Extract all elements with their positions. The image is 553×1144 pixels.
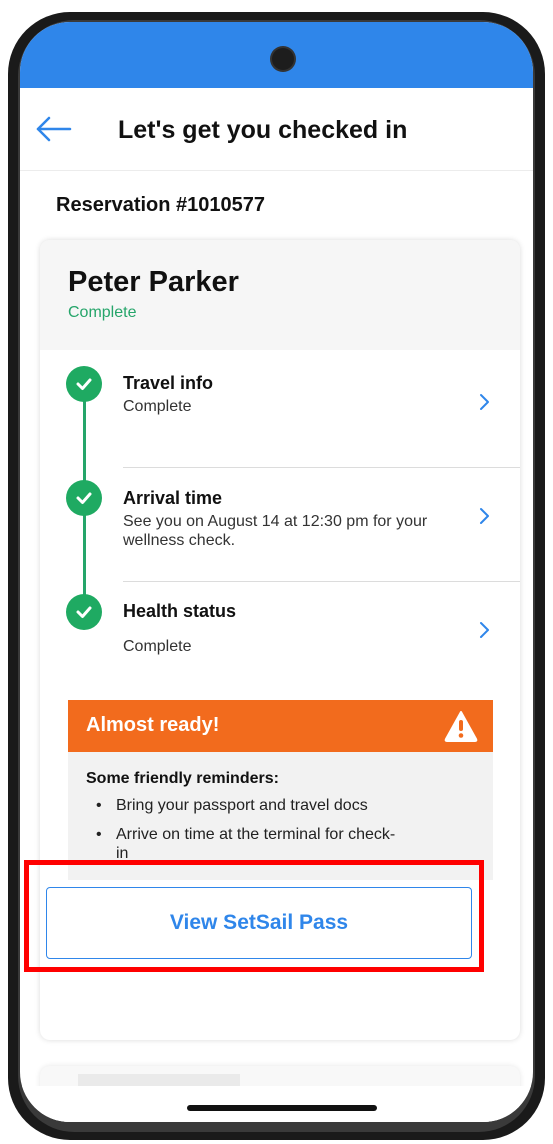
chevron-right-icon — [477, 392, 493, 412]
reminder-heading: Some friendly reminders: — [86, 770, 279, 787]
almost-ready-alert: Almost ready! Some friendly reminders: •… — [68, 700, 493, 880]
guest-name: Peter Parker — [68, 266, 239, 298]
step-title: Travel info — [123, 373, 214, 393]
camera-cutout — [272, 48, 294, 70]
back-arrow-icon[interactable] — [34, 114, 74, 144]
step-title: Health status — [123, 601, 237, 621]
chevron-right-icon — [477, 506, 493, 526]
step-health-status[interactable]: Health status Complete — [40, 582, 520, 696]
reminder-item: • Arrive on time at the terminal for che… — [86, 825, 486, 863]
check-circle-icon — [66, 366, 102, 402]
reservation-number: Reservation #1010577 — [56, 194, 266, 216]
guest-status: Complete — [68, 304, 137, 321]
step-subtitle: See you on August 14 at 12:30 pm for you… — [123, 513, 428, 549]
step-subtitle: Complete — [123, 398, 192, 415]
step-travel-info[interactable]: Travel info Complete — [40, 354, 520, 468]
home-indicator[interactable] — [187, 1105, 377, 1111]
warning-triangle-icon — [444, 710, 478, 742]
reminder-item: • Bring your passport and travel docs — [86, 796, 486, 815]
page-title: Let's get you checked in — [118, 116, 408, 144]
status-bar — [20, 22, 533, 88]
reminder-text: Bring your passport and travel docs — [116, 797, 368, 814]
app-header: Let's get you checked in — [20, 88, 533, 171]
step-subtitle: Complete — [123, 638, 192, 655]
step-arrival-time[interactable]: Arrival time See you on August 14 at 12:… — [40, 468, 520, 582]
bullet: • — [96, 797, 102, 814]
chevron-right-icon — [477, 620, 493, 640]
alert-header: Almost ready! — [68, 700, 493, 752]
guest-header: Peter Parker Complete — [40, 240, 520, 350]
check-circle-icon — [66, 594, 102, 630]
bullet: • — [96, 826, 102, 843]
view-setsail-pass-button[interactable]: View SetSail Pass — [46, 887, 472, 959]
step-title: Arrival time — [123, 488, 223, 508]
alert-body: Some friendly reminders: • Bring your pa… — [86, 770, 486, 873]
alert-title: Almost ready! — [86, 714, 220, 736]
bottom-nav-area — [20, 1086, 533, 1122]
reminder-text: Arrive on time at the terminal for check… — [116, 826, 396, 862]
check-circle-icon — [66, 480, 102, 516]
